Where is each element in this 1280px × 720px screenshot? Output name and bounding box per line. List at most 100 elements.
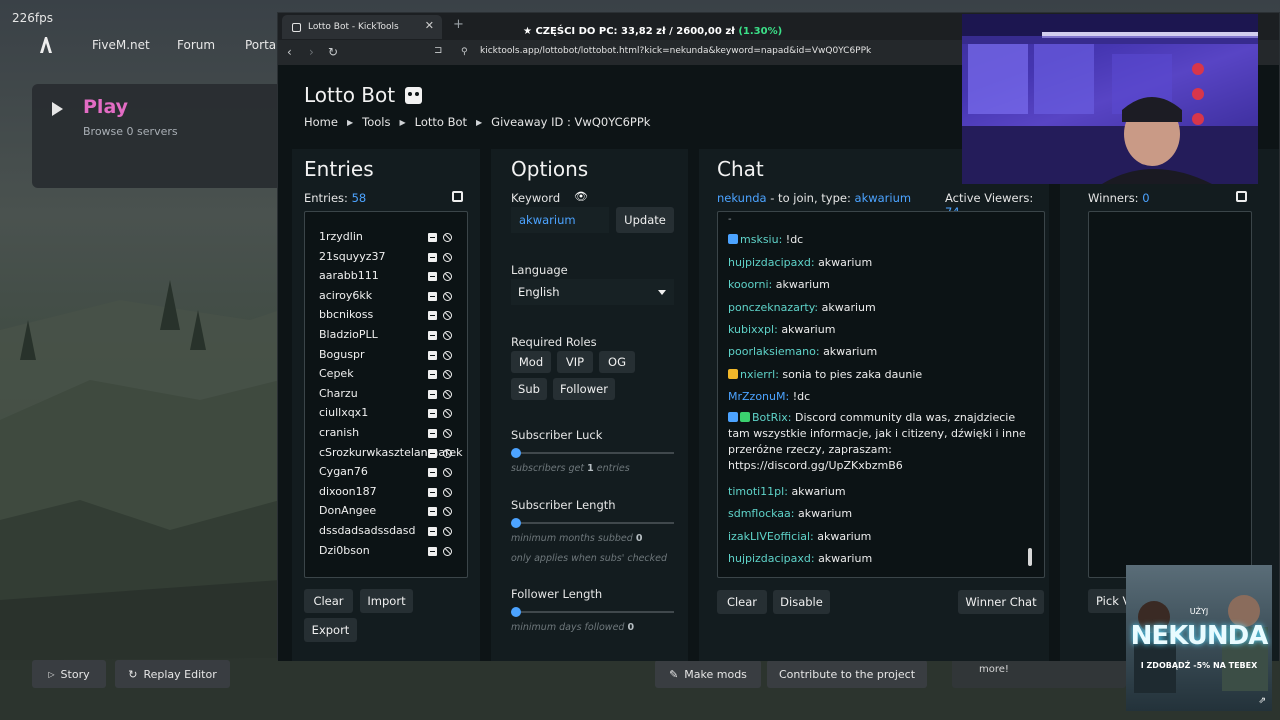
nav-fivem-net[interactable]: FiveM.net <box>92 38 150 52</box>
ban-user-icon[interactable] <box>443 487 452 497</box>
remove-entry-icon[interactable] <box>428 272 437 282</box>
sub-length-slider[interactable] <box>511 518 674 528</box>
close-tab-icon[interactable]: ✕ <box>425 19 434 32</box>
chat-clear-button[interactable]: Clear <box>717 590 767 614</box>
chat-username[interactable]: sdmflockaa: <box>728 507 795 520</box>
fivem-logo-icon[interactable] <box>38 36 54 54</box>
ban-user-icon[interactable] <box>443 233 452 242</box>
chat-disable-button[interactable]: Disable <box>773 590 830 614</box>
crumb-lotto-bot[interactable]: Lotto Bot <box>415 115 467 129</box>
remove-entry-icon[interactable] <box>428 487 437 497</box>
chat-username[interactable]: BotRix: <box>752 411 792 424</box>
copy-icon[interactable] <box>452 191 463 202</box>
ban-user-icon[interactable] <box>443 252 452 262</box>
url-field[interactable]: kicktools.app/lottobot/lottobot.html?kic… <box>480 46 871 56</box>
contribute-button[interactable]: Contribute to the project <box>767 660 927 688</box>
chat-username[interactable]: ponczeknazarty: <box>728 301 818 314</box>
make-mods-button[interactable]: ✎ Make mods <box>655 660 761 688</box>
crumb-home[interactable]: Home <box>304 115 338 129</box>
ban-user-icon[interactable] <box>443 507 452 517</box>
role-og[interactable]: OG <box>599 351 635 373</box>
ban-user-icon[interactable] <box>443 468 452 478</box>
chevron-down-icon <box>658 290 666 295</box>
reload-icon[interactable]: ↻ <box>328 45 338 59</box>
remove-entry-icon[interactable] <box>428 311 437 321</box>
remove-entry-icon[interactable] <box>428 252 437 262</box>
remove-entry-icon[interactable] <box>428 527 437 536</box>
crumb-tools[interactable]: Tools <box>362 115 390 129</box>
remove-entry-icon[interactable] <box>428 389 437 399</box>
entry-row: cSrozkurwkasztelanmarek <box>305 444 467 460</box>
slider-knob[interactable] <box>511 607 521 617</box>
remove-entry-icon[interactable] <box>428 233 437 242</box>
remove-entry-icon[interactable] <box>428 331 437 340</box>
chat-username[interactable]: kubixxpl: <box>728 323 778 336</box>
nav-forum[interactable]: Forum <box>177 38 215 52</box>
external-link-icon[interactable]: ⇗ <box>1258 696 1266 706</box>
remove-entry-icon[interactable] <box>428 370 437 380</box>
promo-banner[interactable]: UŻYJ NEKUNDA I ZDOBĄDŹ -5% NA TEBEX ⇗ <box>1126 565 1272 711</box>
play-card[interactable]: Play Browse 0 servers <box>32 84 282 188</box>
remove-entry-icon[interactable] <box>428 291 437 301</box>
remove-entry-icon[interactable] <box>428 429 437 438</box>
chat-scrollbar[interactable] <box>1028 548 1032 566</box>
entry-row: Boguspr <box>305 346 467 362</box>
entries-import-button[interactable]: Import <box>360 589 413 613</box>
ban-user-icon[interactable] <box>443 409 452 419</box>
follower-length-slider[interactable] <box>511 607 674 617</box>
bookmark-icon[interactable]: ⊐ <box>434 45 442 56</box>
entry-row: Dzi0bson <box>305 542 467 558</box>
chat-username[interactable]: poorlaksiemano: <box>728 345 820 358</box>
story-button[interactable]: ▷ Story <box>32 660 106 688</box>
new-tab-icon[interactable]: + <box>453 17 464 32</box>
chat-username[interactable]: kooorni: <box>728 278 772 291</box>
chat-username[interactable]: timoti11pl: <box>728 485 788 498</box>
entries-export-button[interactable]: Export <box>304 618 357 642</box>
role-sub[interactable]: Sub <box>511 378 547 400</box>
remove-entry-icon[interactable] <box>428 546 437 556</box>
update-button[interactable]: Update <box>616 207 674 233</box>
remove-entry-icon[interactable] <box>428 409 437 419</box>
ban-user-icon[interactable] <box>443 429 452 438</box>
winner-chat-button[interactable]: Winner Chat <box>958 590 1044 614</box>
ban-user-icon[interactable] <box>443 527 452 536</box>
remove-entry-icon[interactable] <box>428 507 437 517</box>
chat-username[interactable]: hujpizdacipaxd: <box>728 256 815 269</box>
ban-user-icon[interactable] <box>443 546 452 556</box>
slider-knob[interactable] <box>511 448 521 458</box>
slider-knob[interactable] <box>511 518 521 528</box>
ban-user-icon[interactable] <box>443 272 452 282</box>
back-icon[interactable]: ‹ <box>287 45 292 59</box>
remove-entry-icon[interactable] <box>428 350 437 360</box>
chat-username[interactable]: msksiu: <box>740 233 782 246</box>
ban-user-icon[interactable] <box>443 291 452 301</box>
ban-user-icon[interactable] <box>443 389 452 399</box>
copy-icon[interactable] <box>1236 191 1247 202</box>
chat-username[interactable]: izakLIVEofficial: <box>728 530 814 543</box>
chat-username[interactable]: hujpizdacipaxd: <box>728 552 815 565</box>
forward-icon[interactable]: › <box>309 45 314 59</box>
browser-tab[interactable]: Lotto Bot - KickTools ✕ <box>282 15 442 39</box>
ban-user-icon[interactable] <box>443 448 452 458</box>
ban-user-icon[interactable] <box>443 350 452 360</box>
ban-user-icon[interactable] <box>443 331 452 340</box>
role-follower[interactable]: Follower <box>553 378 615 400</box>
remove-entry-icon[interactable] <box>428 468 437 478</box>
chat-username[interactable]: nxierrl: <box>740 368 779 381</box>
replay-editor-button[interactable]: ↻ Replay Editor <box>115 660 230 688</box>
role-mod[interactable]: Mod <box>511 351 551 373</box>
entries-clear-button[interactable]: Clear <box>304 589 353 613</box>
nav-portal[interactable]: Portal <box>245 38 279 52</box>
ban-user-icon[interactable] <box>443 370 452 380</box>
eye-icon[interactable]: 👁 <box>574 190 588 203</box>
sub-luck-slider[interactable] <box>511 448 674 458</box>
site-info-icon[interactable]: ⚲ <box>461 47 468 57</box>
language-select[interactable]: English <box>511 279 674 305</box>
chat-log[interactable]: msksiu: !dc hujpizdacipaxd: akwarium kooor… <box>717 211 1045 578</box>
crumb-separator-icon: ▶ <box>476 117 483 127</box>
ban-user-icon[interactable] <box>443 311 452 321</box>
chat-username[interactable]: MrZzonuM: <box>728 390 789 403</box>
keyword-input[interactable]: akwarium <box>511 207 609 233</box>
role-vip[interactable]: VIP <box>557 351 593 373</box>
remove-entry-icon[interactable] <box>428 448 437 458</box>
